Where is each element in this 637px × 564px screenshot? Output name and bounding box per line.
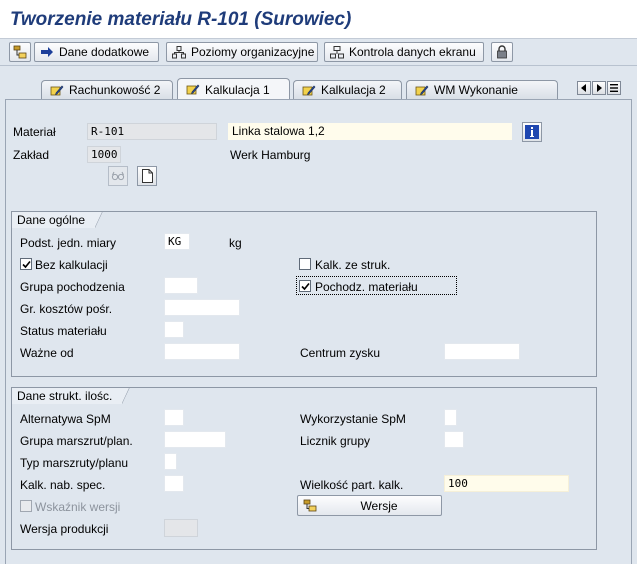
base-uom-label: Podst. jedn. miary (20, 236, 117, 250)
profit-center-label: Centrum zysku (300, 346, 381, 360)
document-icon (141, 169, 153, 183)
tab-costing-1-label: Kalkulacja 1 (205, 82, 270, 97)
check-screen-data-button[interactable]: Kontrola danych ekranu (324, 42, 484, 62)
bom-usage-label: Wykorzystanie SpM (300, 412, 406, 426)
production-version-label: Wersja produkcji (20, 522, 109, 536)
material-description-field[interactable]: Linka stalowa 1,2 (228, 123, 512, 140)
change-document-button (108, 166, 128, 186)
version-indicator-checkbox (20, 500, 32, 512)
routing-group-label: Grupa marszrut/plan. (20, 434, 133, 448)
no-costing-checkbox[interactable] (20, 258, 32, 270)
overhead-group-field[interactable] (164, 299, 240, 316)
routing-type-label: Typ marszruty/planu (20, 456, 129, 470)
check-data-icon (330, 45, 344, 58)
material-origin-label: Pochodz. materiału (315, 280, 418, 294)
routing-group-field[interactable] (164, 431, 226, 448)
origin-group-field[interactable] (164, 277, 198, 294)
overhead-group-label: Gr. kosztów pośr. (20, 302, 113, 316)
valid-from-field[interactable] (164, 343, 240, 360)
org-levels-label: Poziomy organizacyjne (191, 45, 315, 59)
special-procurement-label: Kalk. nab. spec. (20, 478, 106, 492)
tab-wm-execution-label: WM Wykonanie (434, 83, 518, 97)
material-field: R-101 (87, 123, 217, 140)
tab-strip: Rachunkowość 2 Kalkulacja 1 Kalkulacja 2… (0, 66, 637, 100)
tab-scroll-left-button[interactable] (577, 81, 591, 95)
data-edit-icon (302, 85, 316, 95)
tab-accounting-2[interactable]: Rachunkowość 2 (41, 80, 173, 99)
tab-accounting-2-label: Rachunkowość 2 (69, 83, 161, 97)
base-uom-field[interactable]: KG (164, 233, 190, 250)
versions-button-label: Wersje (360, 498, 398, 513)
tab-list-button[interactable] (607, 81, 621, 95)
lock-button[interactable] (491, 42, 513, 62)
plant-label: Zakład (13, 148, 50, 162)
hierarchy-button[interactable] (9, 42, 31, 62)
tab-costing-1[interactable]: Kalkulacja 1 (177, 78, 290, 100)
material-status-field[interactable] (164, 321, 184, 338)
general-data-title: Dane ogólne (11, 211, 104, 228)
tab-scroll-right-button[interactable] (592, 81, 606, 95)
window-title: Tworzenie materiału R-101 (Surowiec) (10, 9, 352, 30)
material-origin-checkbox[interactable] (299, 280, 311, 292)
data-edit-icon (50, 85, 64, 95)
version-indicator-label: Wskaźnik wersji (35, 500, 121, 514)
origin-group-label: Grupa pochodzenia (20, 280, 125, 294)
production-version-field (164, 519, 198, 537)
special-procurement-field[interactable] (164, 475, 184, 492)
document-button[interactable] (137, 166, 157, 186)
tab-costing-2-label: Kalkulacja 2 (321, 83, 386, 97)
info-button[interactable] (522, 122, 542, 142)
title-bar: Tworzenie materiału R-101 (Surowiec) (0, 0, 637, 39)
lock-icon (497, 45, 507, 59)
group-counter-label: Licznik grupy (300, 434, 371, 448)
alt-bom-label: Alternatywa SpM (20, 412, 111, 426)
additional-data-label: Dane dodatkowe (59, 45, 150, 59)
tab-costing-2[interactable]: Kalkulacja 2 (293, 80, 402, 99)
material-status-label: Status materiału (20, 324, 107, 338)
application-toolbar: Dane dodatkowe Poziomy organizacyjne Kon… (0, 39, 637, 66)
costing-with-struct-checkbox[interactable] (299, 258, 311, 270)
org-levels-button[interactable]: Poziomy organizacyjne (166, 42, 318, 62)
versions-button[interactable]: Wersje (297, 495, 442, 516)
no-costing-label: Bez kalkulacji (35, 258, 108, 272)
material-label: Materiał (13, 125, 56, 139)
arrow-right-icon (41, 47, 53, 57)
valid-from-label: Ważne od (20, 346, 74, 360)
checkmark-icon (21, 260, 31, 268)
group-counter-field[interactable] (444, 431, 464, 448)
info-icon (525, 125, 539, 139)
triangle-right-icon (597, 84, 602, 92)
tab-list-icon (610, 84, 618, 92)
tab-wm-execution[interactable]: WM Wykonanie (406, 80, 558, 99)
routing-type-field[interactable] (164, 453, 177, 470)
check-screen-data-label: Kontrola danych ekranu (349, 45, 476, 59)
costing-lot-size-field[interactable]: 100 (444, 475, 569, 492)
data-edit-icon (415, 85, 429, 95)
base-uom-text: kg (229, 236, 242, 250)
additional-data-button[interactable]: Dane dodatkowe (34, 42, 159, 62)
triangle-left-icon (581, 84, 586, 92)
hierarchy-icon (303, 499, 317, 512)
costing-lot-size-label: Wielkość part. kalk. (300, 478, 404, 492)
profit-center-field[interactable] (444, 343, 520, 360)
glasses-icon (111, 171, 125, 181)
plant-field: 1000 (87, 146, 121, 163)
checkmark-icon (300, 282, 310, 290)
plant-description: Werk Hamburg (230, 148, 311, 162)
costing-with-struct-label: Kalk. ze struk. (315, 258, 391, 272)
org-levels-icon (172, 45, 186, 58)
hierarchy-icon (13, 45, 27, 59)
alt-bom-field[interactable] (164, 409, 184, 426)
bom-usage-field[interactable] (444, 409, 457, 426)
quantity-structure-title: Dane strukt. ilośc. (11, 387, 131, 404)
data-edit-icon (186, 84, 200, 95)
